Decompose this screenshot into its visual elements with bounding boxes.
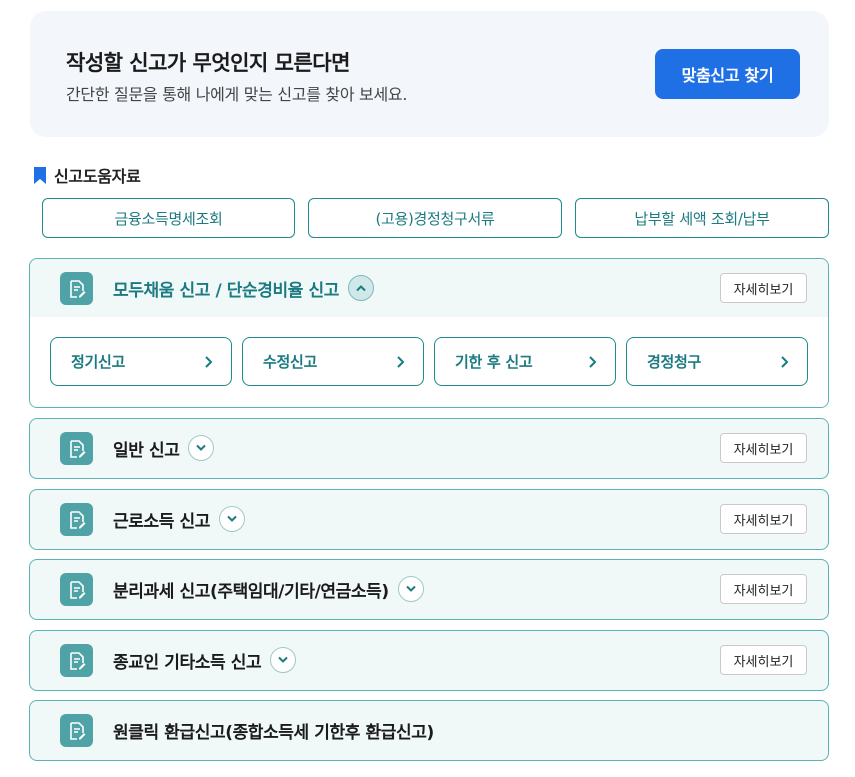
card-header[interactable]: 분리과세 신고(주택임대/기타/연금소득) 자세히보기: [30, 560, 828, 618]
help-section-header: 신고도움자료: [33, 163, 141, 187]
chevron-down-icon[interactable]: [188, 435, 215, 461]
card-title: 근로소득 신고: [113, 511, 210, 532]
card-title: 종교인 기타소득 신고: [113, 652, 262, 673]
chevron-down-icon[interactable]: [270, 647, 297, 673]
chevron-right-icon: [589, 355, 597, 368]
document-edit-icon: [60, 503, 93, 536]
chevron-right-icon: [781, 355, 789, 368]
regular-report-button[interactable]: 정기신고: [50, 337, 232, 386]
bookmark-icon: [34, 166, 46, 184]
tax-payment-lookup-button[interactable]: 납부할 세액 조회/납부: [575, 198, 829, 238]
report-card-simple: 모두채움 신고 / 단순경비율 신고 자세히보기 정기신고 수정신고 기한 후 …: [29, 258, 829, 408]
document-edit-icon: [60, 573, 93, 606]
card-header[interactable]: 일반 신고 자세히보기: [30, 419, 828, 477]
employment-correction-docs-button[interactable]: (고용)경정청구서류: [308, 198, 562, 238]
sub-item-label: 경정청구: [647, 353, 702, 371]
document-edit-icon: [60, 644, 93, 677]
card-title: 일반 신고: [113, 440, 180, 461]
chevron-down-icon[interactable]: [397, 576, 424, 602]
help-section-title: 신고도움자료: [54, 167, 141, 186]
sub-item-label: 수정신고: [263, 353, 318, 371]
banner-subtitle: 간단한 질문을 통해 나에게 맞는 신고를 찾아 보세요.: [66, 85, 408, 104]
report-card-earned-income: 근로소득 신고 자세히보기: [29, 489, 829, 550]
document-edit-icon: [60, 432, 93, 465]
detail-view-button[interactable]: 자세히보기: [720, 645, 807, 675]
detail-view-button[interactable]: 자세히보기: [720, 504, 807, 534]
card-header[interactable]: 근로소득 신고 자세히보기: [30, 490, 828, 548]
document-edit-icon: [60, 272, 93, 305]
late-report-button[interactable]: 기한 후 신고: [434, 337, 616, 386]
correction-claim-button[interactable]: 경정청구: [626, 337, 808, 386]
chevron-down-icon[interactable]: [218, 506, 245, 532]
card-sub-items: 정기신고 수정신고 기한 후 신고 경정청구: [30, 317, 828, 407]
card-title: 원클릭 환급신고(종합소득세 기한후 환급신고): [113, 722, 434, 743]
report-card-separate-taxation: 분리과세 신고(주택임대/기타/연금소득) 자세히보기: [29, 559, 829, 620]
banner-title: 작성할 신고가 무엇인지 모른다면: [66, 51, 350, 75]
card-header[interactable]: 모두채움 신고 / 단순경비율 신고 자세히보기: [30, 259, 828, 317]
sub-item-label: 정기신고: [71, 353, 126, 371]
report-card-religious: 종교인 기타소득 신고 자세히보기: [29, 630, 829, 691]
financial-income-statement-button[interactable]: 금융소득명세조회: [42, 198, 295, 238]
card-header[interactable]: 종교인 기타소득 신고 자세히보기: [30, 631, 828, 689]
custom-report-banner: 작성할 신고가 무엇인지 모른다면 간단한 질문을 통해 나에게 맞는 신고를 …: [30, 11, 829, 137]
find-custom-report-button[interactable]: 맞춤신고 찾기: [655, 49, 800, 99]
detail-view-button[interactable]: 자세히보기: [720, 574, 807, 604]
card-header[interactable]: 원클릭 환급신고(종합소득세 기한후 환급신고): [30, 701, 828, 759]
document-edit-icon: [60, 714, 93, 747]
sub-item-label: 기한 후 신고: [455, 353, 533, 371]
detail-view-button[interactable]: 자세히보기: [720, 273, 807, 303]
chevron-right-icon: [205, 355, 213, 368]
chevron-right-icon: [397, 355, 405, 368]
amended-report-button[interactable]: 수정신고: [242, 337, 424, 386]
chevron-up-icon[interactable]: [348, 275, 375, 301]
card-title: 모두채움 신고 / 단순경비율 신고: [113, 280, 340, 301]
detail-view-button[interactable]: 자세히보기: [720, 433, 807, 463]
report-card-general: 일반 신고 자세히보기: [29, 418, 829, 479]
report-card-one-click-refund[interactable]: 원클릭 환급신고(종합소득세 기한후 환급신고): [29, 700, 829, 761]
card-title: 분리과세 신고(주택임대/기타/연금소득): [113, 581, 389, 602]
